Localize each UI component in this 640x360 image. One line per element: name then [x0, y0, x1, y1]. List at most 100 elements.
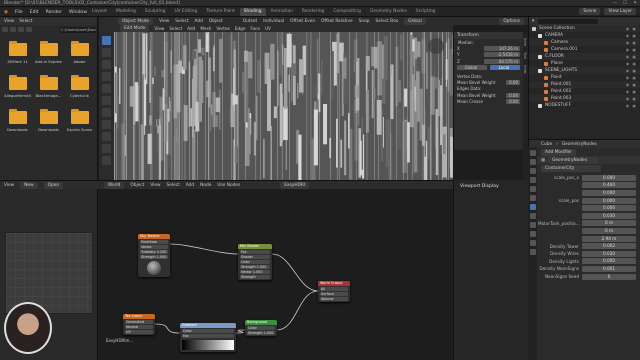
property-field[interactable]: 0.030 — [582, 212, 636, 219]
shader-node[interactable]: Sky Texture Preetham Vector Turbidity 2.200… — [138, 234, 170, 277]
render-tab-icon[interactable] — [529, 159, 536, 165]
property-field[interactable]: 0.000 — [582, 258, 636, 265]
offset-relative-toggle[interactable]: Offset Relative — [321, 19, 353, 24]
property-field[interactable]: 0.002 — [582, 243, 636, 250]
outliner-item[interactable]: SCENE_LIGHTS ◉ ▣ — [529, 67, 640, 74]
edit-mode-selector[interactable]: Edit Mode — [120, 25, 150, 32]
visibility-icon[interactable]: ◉ ▣ — [626, 33, 637, 38]
property-field[interactable]: 0.030 — [582, 250, 636, 257]
shader-node[interactable]: Tex Coord Generated Normal UV — [123, 314, 155, 335]
tab-layout[interactable]: Layout — [88, 8, 111, 16]
inset-tool-icon[interactable] — [102, 144, 111, 153]
viewport-menu-select[interactable]: Select — [175, 19, 188, 24]
property-field[interactable]: 0.000 — [582, 189, 636, 196]
edit-menu-select[interactable]: Select — [169, 26, 182, 31]
menu-edit[interactable]: Edit — [30, 10, 39, 15]
property-field[interactable]: 2.94 m — [582, 235, 636, 242]
select-tool-icon[interactable] — [102, 36, 111, 45]
visibility-icon[interactable]: ◉ ▣ — [626, 89, 637, 94]
visibility-icon[interactable]: ◉ ▣ — [626, 61, 637, 66]
outliner-item[interactable]: C.FLOOR ◉ ▣ — [529, 53, 640, 60]
shader-node[interactable]: Background Color Strength 1.000 — [245, 320, 277, 336]
image-menu-view[interactable]: View — [4, 183, 14, 188]
node-socket-field[interactable]: Strength 1.000 — [247, 331, 275, 335]
node-socket-field[interactable]: Strength — [240, 275, 270, 279]
cursor-tool-icon[interactable] — [102, 48, 111, 57]
edit-menu-vertex[interactable]: Vertex — [216, 26, 229, 31]
edit-menu-mesh[interactable]: Mesh — [200, 26, 211, 31]
global-toggle[interactable]: Global — [457, 65, 487, 71]
orientation-dropdown[interactable]: Global — [404, 17, 426, 25]
tab-item[interactable]: Item — [523, 38, 527, 46]
edge-bevel-field[interactable]: 0.00 — [506, 92, 520, 98]
outset-toggle[interactable]: Outset — [243, 19, 257, 24]
tab-rendering[interactable]: Rendering — [297, 8, 329, 16]
visibility-icon[interactable]: ◉ ▣ — [626, 96, 637, 101]
physics-tab-icon[interactable] — [529, 222, 536, 228]
node-socket-field[interactable]: Volume — [320, 297, 348, 301]
data-tab-icon[interactable] — [529, 240, 536, 246]
property-field[interactable]: 0 m — [582, 220, 636, 227]
tab-texture-paint[interactable]: Texture Paint — [202, 8, 239, 16]
mode-selector[interactable]: Object Mode — [118, 17, 154, 25]
viewport-menu-object[interactable]: Object — [209, 19, 223, 24]
node-editor-canvas[interactable]: Sky Texture Preetham Vector Turbidity 2.200… — [98, 189, 453, 360]
refresh-icon[interactable] — [26, 27, 32, 32]
edit-menu-face[interactable]: Face — [250, 26, 259, 31]
shader-node[interactable]: Mix Shader Fac Shader Color Strength 1.000 Ve… — [238, 244, 272, 280]
minimize-button[interactable]: — — [613, 1, 618, 6]
blender-logo-icon[interactable]: ◉ — [4, 10, 8, 15]
tab-tool[interactable]: Tool — [523, 52, 527, 59]
folder-item[interactable]: CyberLink — [66, 75, 93, 107]
property-field[interactable]: 0 m — [582, 227, 636, 234]
tab-geometry-nodes[interactable]: Geometry Nodes — [365, 8, 411, 16]
outliner-item[interactable]: Point ◉ ▣ — [529, 74, 640, 81]
outliner-item[interactable]: Scene Collection ◉ ▣ — [529, 25, 640, 32]
edit-menu-uv[interactable]: UV — [265, 26, 271, 31]
viewport-display-title[interactable]: Viewport Display — [454, 180, 528, 189]
shader-node[interactable]: World Output All Surface Volume — [318, 281, 350, 302]
node-socket-field[interactable]: Vector 1.000 — [240, 270, 270, 274]
visibility-icon[interactable]: ◉ ▣ — [626, 75, 637, 80]
options-dropdown[interactable]: Options — [499, 17, 524, 25]
node-menu-object[interactable]: Object — [130, 183, 144, 188]
image-preview[interactable] — [5, 232, 93, 314]
forward-icon[interactable] — [10, 27, 16, 32]
node-socket-field[interactable]: Color — [240, 260, 270, 264]
x-field[interactable]: 147.26 m — [484, 46, 520, 52]
constraints-tab-icon[interactable] — [529, 231, 536, 237]
tab-view[interactable]: View — [523, 65, 527, 74]
tab-shading[interactable]: Shading — [239, 8, 266, 16]
file-path-field[interactable]: C:\Users\user\Documents\ — [60, 27, 96, 33]
folder-item[interactable]: Expirie Scans — [66, 109, 93, 141]
menu-render[interactable]: Render — [46, 10, 62, 15]
outliner-item[interactable]: Point.002 ◉ ▣ — [529, 88, 640, 95]
vertex-bevel-field[interactable]: 0.00 — [506, 80, 520, 86]
navigation-gizmo-icon[interactable] — [428, 38, 444, 54]
viewport-menu-add[interactable]: Add — [195, 19, 203, 24]
menu-file[interactable]: File — [15, 10, 23, 15]
node-socket-field[interactable]: UV — [125, 330, 153, 334]
material-tab-icon[interactable] — [529, 249, 536, 255]
measure-tool-icon[interactable] — [102, 120, 111, 129]
add-modifier-button[interactable]: Add Modifier — [541, 148, 577, 156]
visibility-icon[interactable]: ◉ ▣ — [626, 40, 637, 45]
image-new-button[interactable]: New — [20, 182, 38, 189]
annotate-tool-icon[interactable] — [102, 108, 111, 117]
property-field[interactable]: 0.000 — [582, 197, 636, 204]
node-socket-field[interactable]: Color — [182, 329, 234, 333]
tab-animation[interactable]: Animation — [266, 8, 297, 16]
edit-menu-view[interactable]: View — [154, 26, 164, 31]
property-field[interactable]: 0 — [582, 273, 636, 280]
visibility-icon[interactable]: ◉ ▣ — [626, 103, 637, 108]
folder-item[interactable]: BlackImage… — [35, 75, 62, 107]
world-tab-icon[interactable] — [529, 186, 536, 192]
node-menu-select[interactable]: Select — [167, 183, 180, 188]
view-layer-selector[interactable]: View Layer — [604, 8, 636, 15]
node-socket-field[interactable]: Fac — [182, 334, 234, 338]
maximize-button[interactable]: ☐ — [623, 1, 627, 6]
folder-item[interactable]: AllegorithmicWork — [4, 75, 31, 107]
snap-toggle[interactable]: Snap — [359, 19, 370, 24]
node-menu-view[interactable]: View — [150, 183, 160, 188]
parent-dir-icon[interactable] — [18, 27, 24, 32]
